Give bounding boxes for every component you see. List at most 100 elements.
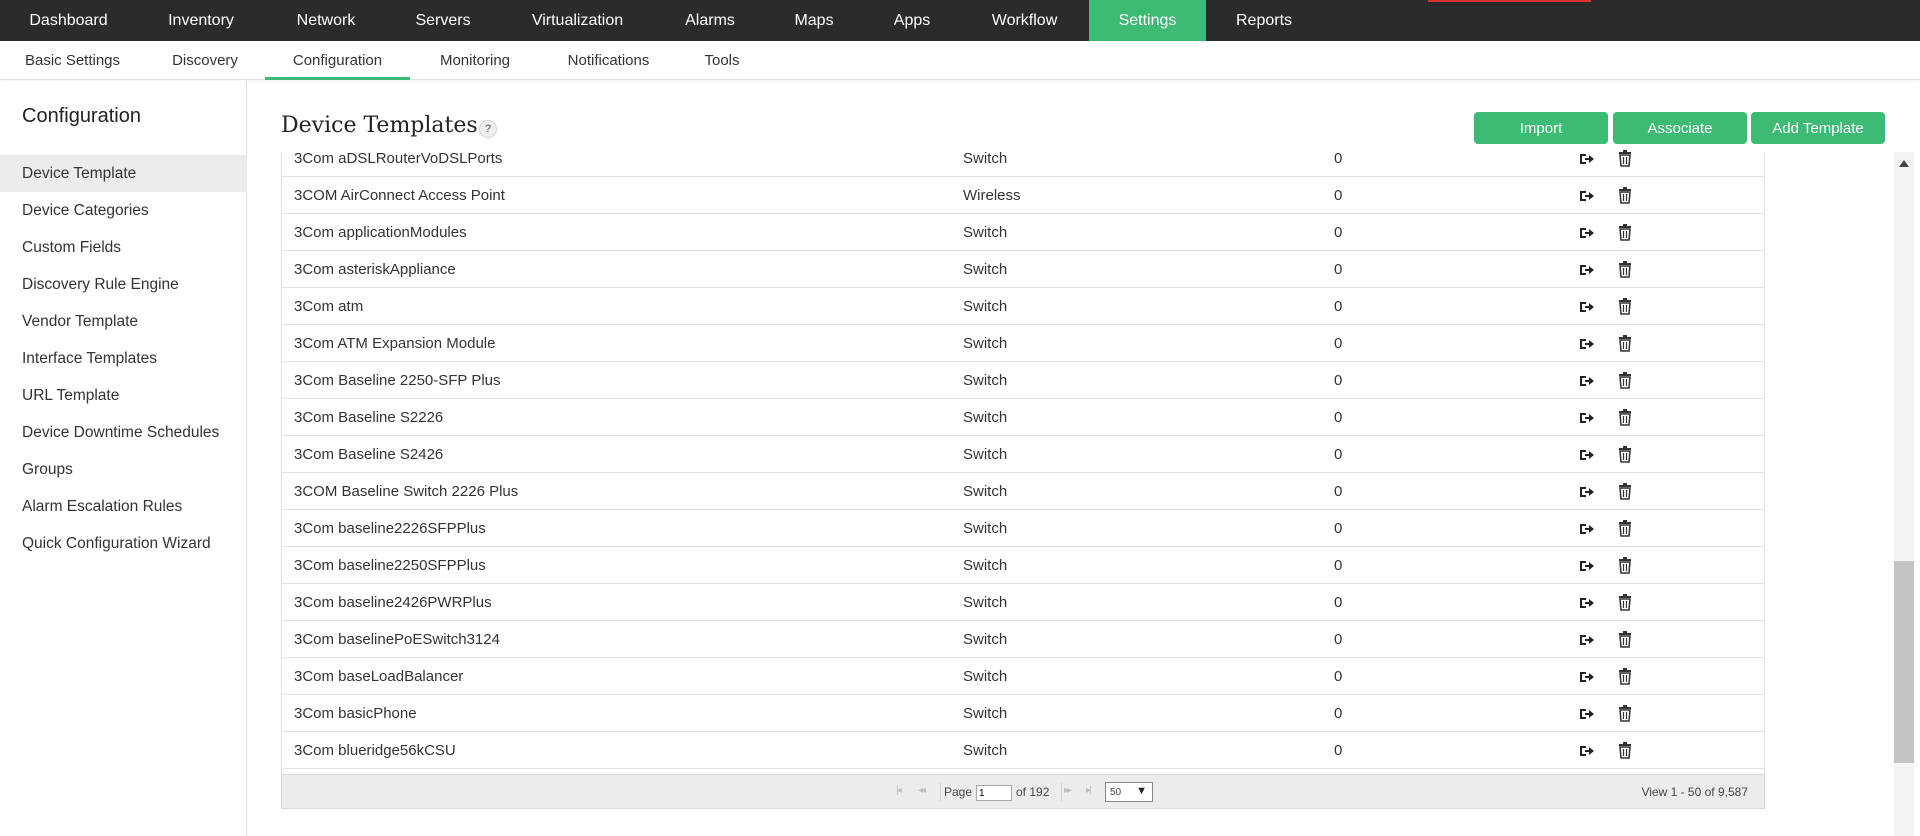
template-name-cell[interactable]: 3Com baselinePoESwitch3124 bbox=[294, 621, 500, 658]
delete-icon[interactable] bbox=[1618, 557, 1632, 574]
table-row[interactable]: 3Com asteriskAppliance Switch 0 bbox=[282, 251, 1764, 288]
table-row[interactable]: 3Com Baseline S2426 Switch 0 bbox=[282, 436, 1764, 473]
nav-apps[interactable]: Apps bbox=[864, 0, 960, 41]
export-icon[interactable] bbox=[1578, 632, 1594, 648]
template-name-cell[interactable]: 3Com basicPhone bbox=[294, 695, 417, 732]
nav-virtualization[interactable]: Virtualization bbox=[499, 0, 656, 41]
subtab-discovery[interactable]: Discovery bbox=[145, 41, 265, 80]
export-icon[interactable] bbox=[1578, 447, 1594, 463]
subtab-basic-settings[interactable]: Basic Settings bbox=[0, 41, 145, 80]
delete-icon[interactable] bbox=[1618, 705, 1632, 722]
nav-maps[interactable]: Maps bbox=[764, 0, 864, 41]
table-row[interactable]: 3Com applicationModules Switch 0 bbox=[282, 214, 1764, 251]
nav-workflow[interactable]: Workflow bbox=[960, 0, 1089, 41]
nav-servers[interactable]: Servers bbox=[387, 0, 499, 41]
help-icon[interactable]: ? bbox=[479, 120, 497, 138]
table-row[interactable]: 3COM Baseline Switch 2226 Plus Switch 0 bbox=[282, 473, 1764, 510]
export-icon[interactable] bbox=[1578, 484, 1594, 500]
export-icon[interactable] bbox=[1578, 299, 1594, 315]
template-name-cell[interactable]: 3Com Baseline 2250-SFP Plus bbox=[294, 362, 501, 399]
table-row[interactable]: 3Com atm Switch 0 bbox=[282, 288, 1764, 325]
export-icon[interactable] bbox=[1578, 669, 1594, 685]
export-icon[interactable] bbox=[1578, 558, 1594, 574]
delete-icon[interactable] bbox=[1618, 224, 1632, 241]
sidebar-item-alarm-escalation-rules[interactable]: Alarm Escalation Rules bbox=[0, 488, 247, 525]
table-row[interactable]: 3Com baseline2226SFPPlus Switch 0 bbox=[282, 510, 1764, 547]
template-name-cell[interactable]: 3COM Baseline Switch 2226 Plus bbox=[294, 473, 518, 510]
export-icon[interactable] bbox=[1578, 336, 1594, 352]
export-icon[interactable] bbox=[1578, 151, 1594, 167]
table-row[interactable]: 3Com Baseline S2226 Switch 0 bbox=[282, 399, 1764, 436]
template-name-cell[interactable]: 3Com ATM Expansion Module bbox=[294, 325, 495, 362]
delete-icon[interactable] bbox=[1618, 298, 1632, 315]
sidebar-item-custom-fields[interactable]: Custom Fields bbox=[0, 229, 247, 266]
template-name-cell[interactable]: 3Com baseline2250SFPPlus bbox=[294, 547, 486, 584]
delete-icon[interactable] bbox=[1618, 372, 1632, 389]
delete-icon[interactable] bbox=[1618, 446, 1632, 463]
template-name-cell[interactable]: 3Com aDSLRouterVoDSLPorts bbox=[294, 140, 502, 177]
export-icon[interactable] bbox=[1578, 595, 1594, 611]
template-name-cell[interactable]: 3Com Baseline S2426 bbox=[294, 436, 443, 473]
next-page-icon[interactable]: ▸▸ bbox=[1064, 785, 1072, 796]
export-icon[interactable] bbox=[1578, 410, 1594, 426]
table-row[interactable]: 3COM AirConnect Access Point Wireless 0 bbox=[282, 177, 1764, 214]
delete-icon[interactable] bbox=[1618, 261, 1632, 278]
sidebar-item-device-categories[interactable]: Device Categories bbox=[0, 192, 247, 229]
rows-per-page-select[interactable]: 50 ▼ bbox=[1105, 782, 1153, 802]
delete-icon[interactable] bbox=[1618, 187, 1632, 204]
subtab-configuration[interactable]: Configuration bbox=[265, 41, 410, 80]
export-icon[interactable] bbox=[1578, 188, 1594, 204]
subtab-tools[interactable]: Tools bbox=[677, 41, 767, 80]
delete-icon[interactable] bbox=[1618, 150, 1632, 167]
scrollbar-thumb[interactable] bbox=[1894, 561, 1914, 763]
export-icon[interactable] bbox=[1578, 706, 1594, 722]
page-number-input[interactable] bbox=[976, 785, 1012, 801]
table-row[interactable]: 3Com baseLoadBalancer Switch 0 bbox=[282, 658, 1764, 695]
nav-reports[interactable]: Reports bbox=[1206, 0, 1322, 41]
nav-alarms[interactable]: Alarms bbox=[656, 0, 764, 41]
table-row[interactable]: 3Com baselinePoESwitch3124 Switch 0 bbox=[282, 621, 1764, 658]
sidebar-item-groups[interactable]: Groups bbox=[0, 451, 247, 488]
template-name-cell[interactable]: 3Com baseline2426PWRPlus bbox=[294, 584, 492, 621]
subtab-monitoring[interactable]: Monitoring bbox=[410, 41, 540, 80]
nav-inventory[interactable]: Inventory bbox=[137, 0, 265, 41]
export-icon[interactable] bbox=[1578, 373, 1594, 389]
table-row[interactable]: 3Com aDSLRouterVoDSLPorts Switch 0 bbox=[282, 140, 1764, 177]
export-icon[interactable] bbox=[1578, 743, 1594, 759]
nav-settings[interactable]: Settings bbox=[1089, 0, 1206, 41]
export-icon[interactable] bbox=[1578, 521, 1594, 537]
nav-network[interactable]: Network bbox=[265, 0, 387, 41]
delete-icon[interactable] bbox=[1618, 335, 1632, 352]
sidebar-item-device-template[interactable]: Device Template bbox=[0, 155, 247, 192]
template-name-cell[interactable]: 3Com asteriskAppliance bbox=[294, 251, 456, 288]
delete-icon[interactable] bbox=[1618, 409, 1632, 426]
template-name-cell[interactable]: 3Com blueridge56kCSU bbox=[294, 732, 456, 769]
sidebar-item-interface-templates[interactable]: Interface Templates bbox=[0, 340, 247, 377]
template-name-cell[interactable]: 3Com Baseline S2226 bbox=[294, 399, 443, 436]
table-row[interactable]: 3Com Baseline 2250-SFP Plus Switch 0 bbox=[282, 362, 1764, 399]
template-name-cell[interactable]: 3Com baseLoadBalancer bbox=[294, 658, 463, 695]
prev-page-icon[interactable]: ◂◂ bbox=[918, 785, 926, 796]
delete-icon[interactable] bbox=[1618, 631, 1632, 648]
table-row[interactable]: 3Com baseline2426PWRPlus Switch 0 bbox=[282, 584, 1764, 621]
add-template-button[interactable]: Add Template bbox=[1751, 112, 1885, 144]
export-icon[interactable] bbox=[1578, 225, 1594, 241]
delete-icon[interactable] bbox=[1618, 520, 1632, 537]
sidebar-item-quick-configuration-wizard[interactable]: Quick Configuration Wizard bbox=[0, 525, 247, 562]
nav-dashboard[interactable]: Dashboard bbox=[0, 0, 137, 41]
table-row[interactable]: 3Com baseline2250SFPPlus Switch 0 bbox=[282, 547, 1764, 584]
table-row[interactable]: 3Com blueridge56kCSU Switch 0 bbox=[282, 732, 1764, 769]
scroll-up-icon[interactable] bbox=[1899, 160, 1909, 167]
sidebar-item-vendor-template[interactable]: Vendor Template bbox=[0, 303, 247, 340]
table-row[interactable]: 3Com basicPhone Switch 0 bbox=[282, 695, 1764, 732]
sidebar-item-discovery-rule-engine[interactable]: Discovery Rule Engine bbox=[0, 266, 247, 303]
sidebar-item-device-downtime-schedules[interactable]: Device Downtime Schedules bbox=[0, 414, 247, 451]
export-icon[interactable] bbox=[1578, 262, 1594, 278]
first-page-icon[interactable]: |◂ bbox=[896, 785, 901, 796]
subtab-notifications[interactable]: Notifications bbox=[540, 41, 677, 80]
delete-icon[interactable] bbox=[1618, 742, 1632, 759]
table-row[interactable]: 3Com ATM Expansion Module Switch 0 bbox=[282, 325, 1764, 362]
delete-icon[interactable] bbox=[1618, 483, 1632, 500]
template-name-cell[interactable]: 3COM AirConnect Access Point bbox=[294, 177, 505, 214]
template-name-cell[interactable]: 3Com atm bbox=[294, 288, 363, 325]
